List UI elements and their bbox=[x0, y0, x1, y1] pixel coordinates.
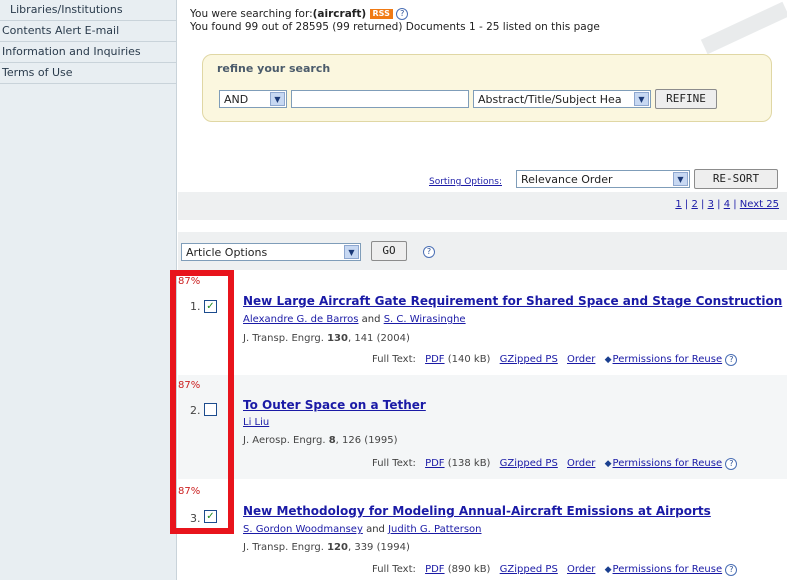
journal-volume: 8 bbox=[328, 435, 336, 446]
watermark-shape bbox=[700, 1, 787, 55]
refine-title: refine your search bbox=[217, 62, 331, 75]
sort-value: Relevance Order bbox=[521, 173, 613, 186]
author-link[interactable]: Li Liu bbox=[243, 417, 269, 428]
order-link[interactable]: Order bbox=[567, 564, 595, 575]
author-link[interactable]: Alexandre G. de Barros bbox=[243, 314, 358, 325]
author-link[interactable]: Judith G. Patterson bbox=[388, 524, 481, 535]
journal-pages: , 339 (1994) bbox=[347, 542, 410, 553]
order-link[interactable]: Order bbox=[567, 354, 595, 365]
full-text-links: Full Text: PDF (890 kB) GZipped PS Order… bbox=[372, 564, 738, 576]
pdf-link[interactable]: PDF bbox=[425, 354, 444, 365]
sort-select[interactable]: Relevance Order ▼ bbox=[516, 170, 690, 188]
sorting-options-link[interactable]: Sorting Options: bbox=[429, 177, 502, 187]
sidebar-item-contents-alert[interactable]: Contents Alert E-mail bbox=[0, 21, 176, 42]
search-query: (aircraft) bbox=[312, 8, 367, 20]
full-text-links: Full Text: PDF (140 kB) GZipped PS Order… bbox=[372, 354, 738, 366]
pdf-size: (890 kB) bbox=[447, 564, 491, 575]
operator-value: AND bbox=[224, 93, 249, 106]
sidebar: Libraries/Institutions Contents Alert E-… bbox=[0, 0, 177, 580]
gzipped-ps-link[interactable]: GZipped PS bbox=[500, 354, 558, 365]
next-page-link[interactable]: Next 25 bbox=[740, 199, 779, 210]
result-authors: Li Liu bbox=[243, 417, 269, 428]
journal-pages: , 141 (2004) bbox=[347, 333, 410, 344]
pagination: 1 | 2 | 3 | 4 | Next 25 bbox=[675, 199, 779, 210]
permissions-icon: ◆ bbox=[604, 565, 612, 575]
chevron-down-icon: ▼ bbox=[270, 92, 285, 106]
field-select[interactable]: Abstract/Title/Subject Hea ▼ bbox=[473, 90, 651, 108]
author-link[interactable]: S. C. Wirasinghe bbox=[384, 314, 466, 325]
journal-volume: 130 bbox=[327, 333, 348, 344]
chevron-down-icon: ▼ bbox=[673, 172, 688, 186]
results-count-text: You found 99 out of 28595 (99 returned) … bbox=[190, 21, 600, 33]
authors-joiner: and bbox=[361, 314, 381, 325]
refine-search-panel: refine your search AND ▼ Abstract/Title/… bbox=[202, 54, 772, 122]
page-link[interactable]: 1 bbox=[675, 199, 681, 210]
full-text-label: Full Text: bbox=[372, 458, 416, 469]
resort-button[interactable]: RE-SORT bbox=[694, 169, 778, 189]
journal-pages: , 126 (1995) bbox=[335, 435, 398, 446]
refine-button[interactable]: REFINE bbox=[655, 89, 717, 109]
journal-name: J. Transp. Engrg. bbox=[243, 542, 324, 553]
result-citation: J. Transp. Engrg. 120, 339 (1994) bbox=[243, 542, 410, 553]
pdf-size: (140 kB) bbox=[447, 354, 491, 365]
pdf-link[interactable]: PDF bbox=[425, 564, 444, 575]
page-link[interactable]: 4 bbox=[724, 199, 730, 210]
pdf-link[interactable]: PDF bbox=[425, 458, 444, 469]
pdf-size: (138 kB) bbox=[447, 458, 491, 469]
permissions-icon: ◆ bbox=[604, 355, 612, 365]
searching-prefix: You were searching for: bbox=[190, 8, 313, 20]
sidebar-item-libraries[interactable]: Libraries/Institutions bbox=[0, 0, 176, 21]
full-text-label: Full Text: bbox=[372, 564, 416, 575]
full-text-links: Full Text: PDF (138 kB) GZipped PS Order… bbox=[372, 458, 738, 470]
full-text-label: Full Text: bbox=[372, 354, 416, 365]
help-icon[interactable]: ? bbox=[725, 354, 738, 366]
permissions-icon: ◆ bbox=[604, 459, 612, 469]
sidebar-item-terms[interactable]: Terms of Use bbox=[0, 63, 176, 84]
chevron-down-icon: ▼ bbox=[344, 245, 359, 259]
result-authors: Alexandre G. de Barros and S. C. Wirasin… bbox=[243, 314, 466, 325]
result-citation: J. Aerosp. Engrg. 8, 126 (1995) bbox=[243, 435, 398, 446]
result-title-link[interactable]: New Methodology for Modeling Annual-Airc… bbox=[243, 504, 711, 518]
help-icon[interactable]: ? bbox=[423, 246, 435, 258]
highlight-box bbox=[170, 270, 234, 534]
gzipped-ps-link[interactable]: GZipped PS bbox=[500, 564, 558, 575]
help-icon[interactable]: ? bbox=[396, 8, 409, 20]
go-button[interactable]: GO bbox=[371, 241, 407, 261]
order-link[interactable]: Order bbox=[567, 458, 595, 469]
permissions-link[interactable]: Permissions for Reuse bbox=[613, 458, 723, 469]
result-title-link[interactable]: To Outer Space on a Tether bbox=[243, 398, 426, 412]
refine-text-input[interactable] bbox=[291, 90, 469, 108]
help-icon[interactable]: ? bbox=[725, 564, 738, 576]
field-value: Abstract/Title/Subject Hea bbox=[478, 93, 622, 106]
rss-badge[interactable]: RSS bbox=[369, 9, 393, 19]
article-options-value: Article Options bbox=[186, 246, 268, 259]
journal-name: J. Transp. Engrg. bbox=[243, 333, 324, 344]
page-link[interactable]: 3 bbox=[708, 199, 714, 210]
page-link[interactable]: 2 bbox=[691, 199, 697, 210]
author-link[interactable]: S. Gordon Woodmansey bbox=[243, 524, 363, 535]
sidebar-item-information[interactable]: Information and Inquiries bbox=[0, 42, 176, 63]
help-icon[interactable]: ? bbox=[725, 458, 738, 470]
journal-volume: 120 bbox=[327, 542, 348, 553]
journal-name: J. Aerosp. Engrg. bbox=[243, 435, 326, 446]
chevron-down-icon: ▼ bbox=[634, 92, 649, 106]
gzipped-ps-link[interactable]: GZipped PS bbox=[500, 458, 558, 469]
result-authors: S. Gordon Woodmansey and Judith G. Patte… bbox=[243, 524, 482, 535]
permissions-link[interactable]: Permissions for Reuse bbox=[613, 564, 723, 575]
article-options-select[interactable]: Article Options ▼ bbox=[181, 243, 361, 261]
result-title-link[interactable]: New Large Aircraft Gate Requirement for … bbox=[243, 294, 782, 308]
search-summary: You were searching for:(aircraft) RSS ? … bbox=[190, 8, 600, 34]
result-citation: J. Transp. Engrg. 130, 141 (2004) bbox=[243, 333, 410, 344]
operator-select[interactable]: AND ▼ bbox=[219, 90, 287, 108]
authors-joiner: and bbox=[366, 524, 385, 535]
permissions-link[interactable]: Permissions for Reuse bbox=[613, 354, 723, 365]
